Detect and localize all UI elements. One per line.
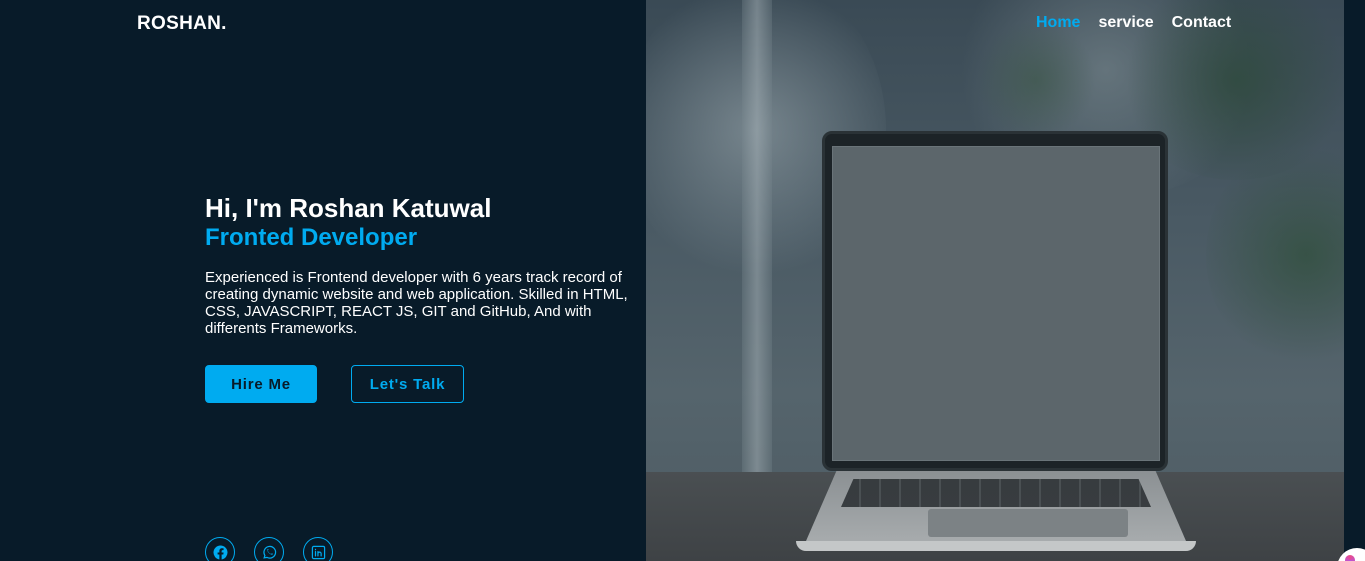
whatsapp-link[interactable]	[254, 537, 284, 561]
lets-talk-button[interactable]: Let's Talk	[351, 365, 464, 403]
hero-description: Experienced is Frontend developer with 6…	[205, 269, 628, 337]
right-edge-strip	[1344, 0, 1365, 561]
hero-role: Fronted Developer	[205, 224, 418, 251]
hero-title: Hi, I'm Roshan Katuwal	[205, 193, 492, 223]
laptop-touchpad	[928, 509, 1128, 537]
page: ROSHAN. Home service Contact Hi, I'm Ros…	[0, 0, 1365, 561]
nav-link-home[interactable]: Home	[1036, 14, 1080, 32]
whatsapp-icon	[262, 545, 276, 559]
main-nav: Home service Contact	[1036, 14, 1231, 32]
linkedin-link[interactable]	[303, 537, 333, 561]
nav-link-contact[interactable]: Contact	[1172, 14, 1232, 32]
chat-widget-icon	[1345, 555, 1355, 561]
hero-content: Hi, I'm Roshan Katuwal Fronted Developer…	[205, 193, 635, 337]
laptop-screen	[832, 146, 1160, 461]
site-logo[interactable]: ROSHAN.	[137, 13, 227, 35]
hire-me-button[interactable]: Hire Me	[205, 365, 317, 403]
laptop-base	[766, 471, 1226, 561]
background-pillar	[742, 0, 772, 472]
laptop-keyboard	[841, 479, 1151, 507]
facebook-icon	[212, 544, 228, 559]
background-plant	[976, 20, 1096, 140]
social-links	[205, 537, 333, 561]
laptop-lid	[822, 131, 1168, 471]
hero-background-image	[646, 0, 1344, 561]
laptop-edge	[796, 541, 1196, 551]
nav-link-service[interactable]: service	[1098, 14, 1153, 32]
facebook-link[interactable]	[205, 537, 235, 561]
linkedin-icon	[311, 545, 325, 559]
